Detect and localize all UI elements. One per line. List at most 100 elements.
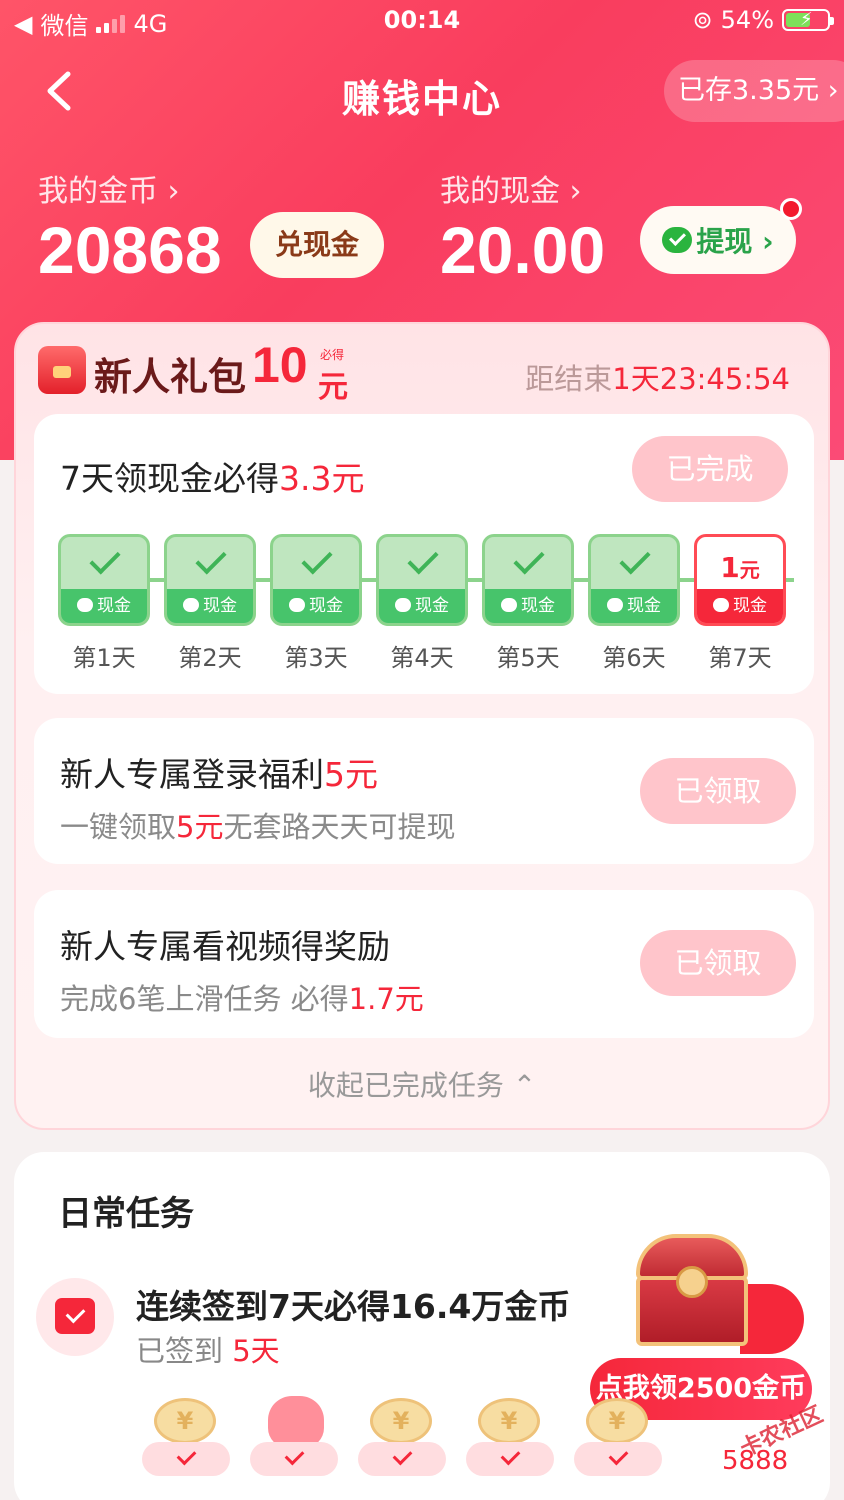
notification-dot [780,198,802,220]
seven-day-title-text: 7天领现金必得 [60,459,279,498]
countdown-value: 1天23:45:54 [612,362,790,396]
signin-subtitle: 已签到 5天 [136,1328,280,1370]
rotation-lock-icon: ⊚ [692,6,713,34]
signin-sub-prefix: 已签到 [136,1334,233,1368]
video-bonus-card: 新人专属看视频得奖励 完成6笔上滑任务 必得1.7元 已领取 [34,890,814,1038]
coin-stack-icon: ¥ [574,1396,662,1486]
newbie-gift-tag: 必得 [320,348,345,362]
red-envelope-icon [38,346,86,394]
exchange-cash-button[interactable]: 兑现金 [250,212,384,278]
claimed-button[interactable]: 已领取 [640,758,796,824]
battery-percent: 54% [720,6,774,34]
seven-day-title: 7天领现金必得3.3元 [60,452,364,500]
check-icon [301,543,333,575]
cash-icon [183,598,199,612]
login-bonus-subtitle: 一键领取5元无套路天天可提现 [60,804,455,846]
coin-stack-icon: ¥ [466,1396,554,1486]
day-reward: 现金 [627,596,661,616]
cash-icon [77,598,93,612]
day-box: 现金 [376,534,468,626]
login-bonus-card: 新人专属登录福利5元 一键领取5元无套路天天可提现 已领取 [34,718,814,864]
daily-tasks-title: 日常任务 [58,1194,194,1234]
check-icon [407,543,439,575]
login-bonus-title: 新人专属登录福利5元 [60,748,378,796]
my-cash-link[interactable]: 我的现金 › [440,166,582,210]
day-item: 现金 第4天 [376,534,468,673]
day-box: 现金 [588,534,680,626]
day-reward: 现金 [309,596,343,616]
day-amount-unit: 元 [739,558,760,582]
day-reward: 现金 [97,596,131,616]
status-right: ⊚ 54% ⚡ [692,6,834,34]
login-bonus-title-text: 新人专属登录福利 [60,755,324,794]
claimed-button[interactable]: 已领取 [640,930,796,996]
cash-value: 20.00 [440,213,606,287]
day-reward: 现金 [415,596,449,616]
day-item: 现金 第6天 [588,534,680,673]
login-bonus-title-amount: 5元 [324,755,378,794]
saved-amount-button[interactable]: 已存3.35元 › [664,60,844,122]
lucky-bag-icon [250,1396,338,1486]
collapse-completed-button[interactable]: 收起已完成任务 ⌃ [16,1064,828,1104]
coin-stack-icon: ¥ [358,1396,446,1486]
newbie-gift-panel: 新人礼包 10 必得 元 距结束1天23:45:54 7天领现金必得3.3元 已… [14,322,830,1130]
battery-icon: ⚡ [782,9,834,31]
treasure-chest-icon[interactable] [622,1230,762,1350]
day-label: 第7天 [708,644,772,672]
day-reward: 现金 [521,596,555,616]
day-label: 第3天 [284,644,348,672]
check-icon [513,543,545,575]
cash-icon [289,598,305,612]
check-icon [619,543,651,575]
cash-icon [713,598,729,612]
day-item: 现金 第5天 [482,534,574,673]
status-bar: ◀ 微信 4G 00:14 ⊚ 54% ⚡ [0,0,844,44]
calendar-icon [36,1278,114,1356]
day-label: 第6天 [602,644,666,672]
day-box: 现金 [482,534,574,626]
cash-icon [607,598,623,612]
countdown: 距结束1天23:45:54 [525,356,790,398]
completed-button[interactable]: 已完成 [632,436,788,502]
coin-stack-icon: ¥ [142,1396,230,1486]
newbie-gift-unit: 元 [318,370,348,405]
check-icon [195,543,227,575]
cash-icon [395,598,411,612]
withdraw-label: 提现 › [696,225,774,258]
day-item: 现金 第2天 [164,534,256,673]
login-bonus-sub-amount: 5元 [176,810,224,844]
newbie-gift-amount: 10 [252,337,308,393]
cash-icon [501,598,517,612]
withdraw-button[interactable]: 提现 › [640,206,796,274]
day-label: 第4天 [390,644,454,672]
signin-title: 连续签到7天必得16.4万金币 [136,1287,571,1326]
login-bonus-sub-suffix: 无套路天天可提现 [223,810,456,844]
newbie-gift-title: 新人礼包 [94,355,247,399]
day-item: 现金 第1天 [58,534,150,673]
seven-day-title-amount: 3.3元 [279,459,365,498]
day-label: 第1天 [72,644,136,672]
seven-day-card: 7天领现金必得3.3元 已完成 现金 第1天 现金 第2天 现金 第3天 现金 … [34,414,814,694]
day-box: 现金 [58,534,150,626]
check-icon [89,543,121,575]
day-box-current[interactable]: 1元 现金 [694,534,786,626]
day-item: 1元 现金 第7天 [694,534,786,673]
video-bonus-subtitle: 完成6笔上滑任务 必得1.7元 [60,976,424,1018]
my-coins-link[interactable]: 我的金币 › [38,166,180,210]
day-amount: 1元 [697,551,783,584]
day-track: 现金 第1天 现金 第2天 现金 第3天 现金 第4天 现金 第5天 现金 第6… [58,534,794,674]
day-label: 第2天 [178,644,242,672]
video-bonus-sub-amount: 1.7元 [348,982,424,1016]
day-reward: 现金 [203,596,237,616]
video-bonus-title: 新人专属看视频得奖励 [60,927,390,966]
wechat-pay-icon [662,227,693,253]
day-amount-value: 1 [720,551,740,584]
coins-value: 20868 [38,213,222,287]
day-label: 第5天 [496,644,560,672]
day-reward: 现金 [733,596,767,616]
countdown-prefix: 距结束 [525,362,613,396]
login-bonus-sub-prefix: 一键领取 [60,810,177,844]
day-item: 现金 第3天 [270,534,362,673]
video-bonus-sub-prefix: 完成6笔上滑任务 必得 [60,982,349,1016]
signin-sub-days: 5天 [232,1334,280,1368]
